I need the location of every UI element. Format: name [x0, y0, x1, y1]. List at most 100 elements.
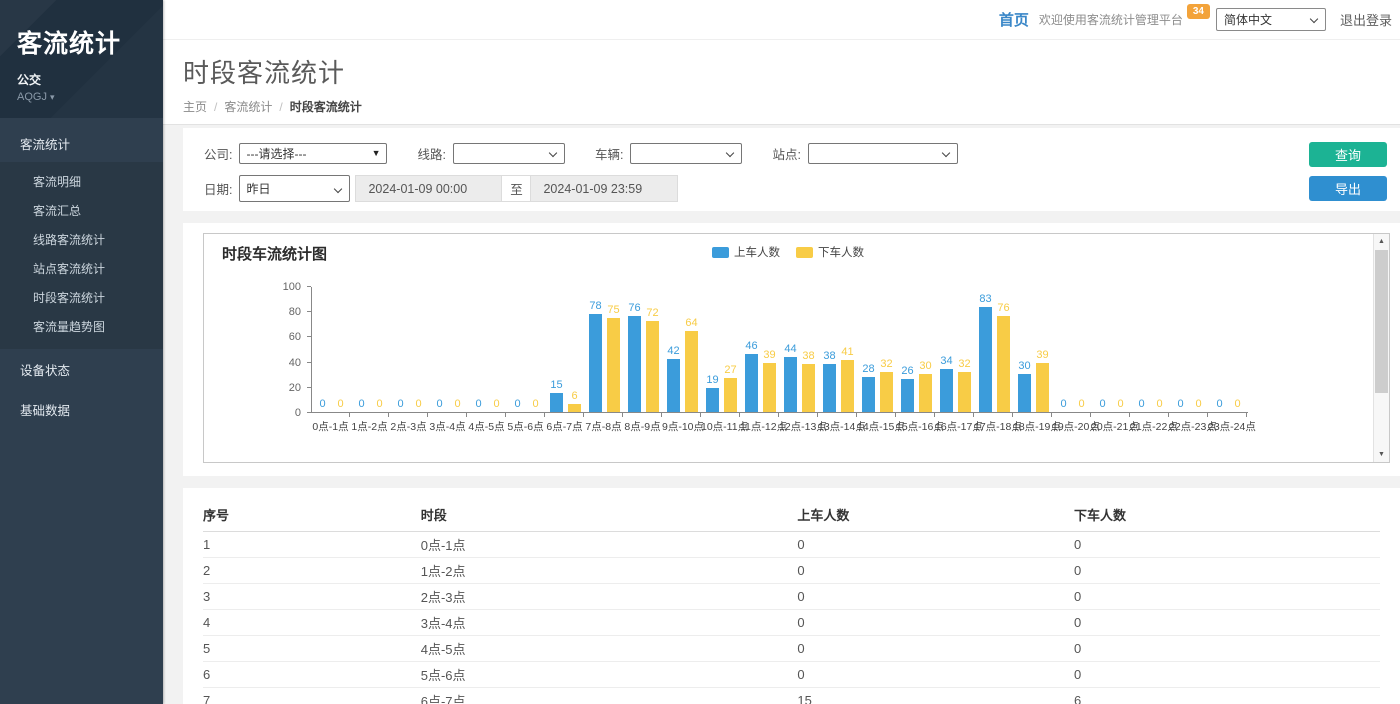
table-column-header: 下车人数 [1074, 498, 1380, 531]
legend-item-alighting[interactable]: 下车人数 [796, 244, 864, 260]
table-column-header: 序号 [203, 498, 421, 531]
bar-alighting: 27 [724, 378, 737, 412]
y-axis-tick-mark [307, 387, 311, 388]
bar-boarding: 28 [862, 377, 875, 412]
chart-bar-group: 00 [1053, 286, 1092, 412]
notification-badge[interactable]: 34 [1187, 4, 1210, 19]
sidebar-submenu: 客流明细客流汇总线路客流统计站点客流统计时段客流统计客流量趋势图 [0, 162, 163, 349]
logout-link[interactable]: 退出登录 [1340, 10, 1392, 29]
bar-alighting: 41 [841, 360, 854, 412]
language-select[interactable]: 简体中文 [1216, 8, 1326, 31]
bar-alighting: 32 [958, 372, 971, 412]
bar-value-label: 0 [397, 398, 403, 410]
bar-value-label: 34 [940, 355, 952, 367]
bar-alighting: 30 [919, 374, 932, 412]
table-cell: 0 [797, 635, 1074, 661]
bar-value-label: 30 [919, 360, 931, 372]
table-cell: 6点-7点 [421, 687, 798, 704]
date-from-input[interactable]: 2024-01-09 00:00 [355, 175, 502, 202]
sidebar-menu: 客流统计 客流明细客流汇总线路客流统计站点客流统计时段客流统计客流量趋势图 设备… [0, 125, 163, 429]
bar-value-label: 39 [763, 349, 775, 361]
query-button[interactable]: 查询 [1309, 142, 1387, 167]
export-button[interactable]: 导出 [1309, 176, 1387, 201]
home-link[interactable]: 首页 [999, 9, 1029, 30]
bar-alighting: 75 [607, 318, 620, 413]
bar-alighting: 72 [646, 321, 659, 412]
chevron-down-icon [549, 149, 557, 157]
vehicle-select[interactable] [630, 143, 742, 164]
table-cell: 0 [797, 557, 1074, 583]
bar-boarding: 30 [1018, 374, 1031, 412]
line-select[interactable] [453, 143, 565, 164]
table-cell: 1点-2点 [421, 557, 798, 583]
sidebar-item[interactable]: 时段客流统计 [0, 283, 163, 312]
x-axis-label: 20点-21点 [1091, 413, 1130, 434]
date-to-input[interactable]: 2024-01-09 23:59 [530, 175, 678, 202]
company-select[interactable]: ---请选择--- [239, 143, 387, 164]
breadcrumb-item[interactable]: 主页 [183, 98, 207, 115]
legend-item-boarding[interactable]: 上车人数 [712, 244, 780, 260]
x-axis-label: 4点-5点 [467, 413, 506, 434]
y-axis-tick-label: 60 [289, 331, 301, 343]
table-body: 10点-1点0021点-2点0032点-3点0043点-4点0054点-5点00… [203, 531, 1380, 704]
bar-boarding: 19 [706, 388, 719, 412]
sidebar-item[interactable]: 基础数据 [0, 390, 163, 429]
chart-bar-group: 34 32 [936, 286, 975, 412]
chart-plot: 0000000000001567875767242641927463944383… [311, 287, 1248, 413]
bar-alighting: 32 [880, 372, 893, 412]
x-axis-label: 11点-12点 [740, 413, 779, 434]
y-axis-tick-label: 0 [295, 407, 301, 419]
sidebar-item[interactable]: 客流量趋势图 [0, 312, 163, 341]
sidebar-item[interactable]: 客流明细 [0, 167, 163, 196]
scrollbar-down-arrow[interactable]: ▼ [1374, 447, 1389, 462]
y-axis-tick-mark [307, 311, 311, 312]
table-row: 21点-2点00 [203, 557, 1380, 583]
filter-row-2: 日期: 昨日 2024-01-09 00:00 至 2024-01-09 23:… [204, 175, 1400, 202]
scrollbar-up-arrow[interactable]: ▲ [1374, 234, 1389, 249]
org-dropdown[interactable]: AQGJ▾ [17, 91, 163, 103]
caret-down-icon: ▾ [50, 92, 55, 102]
content-area: 公司: ---请选择--- 线路: 车辆: 站点: [163, 125, 1400, 704]
table-cell: 2点-3点 [421, 583, 798, 609]
bar-value-label: 39 [1036, 349, 1048, 361]
legend-label-alighting: 下车人数 [818, 244, 864, 260]
chevron-down-icon [726, 149, 734, 157]
bar-alighting: 76 [997, 316, 1010, 412]
breadcrumb-separator: / [279, 100, 282, 114]
chart-bar-group: 2832 [858, 286, 897, 412]
filter-row-1: 公司: ---请选择--- 线路: 车辆: 站点: [204, 143, 1400, 164]
sidebar-group-passenger-stats[interactable]: 客流统计 [0, 125, 163, 162]
welcome-text: 欢迎使用客流统计管理平台 [1039, 11, 1183, 28]
org-label: AQGJ [17, 91, 47, 103]
bar-alighting: 39 [763, 363, 776, 412]
date-preset-select[interactable]: 昨日 [239, 175, 350, 202]
table-cell: 6 [1074, 687, 1380, 704]
bar-value-label: 0 [337, 398, 343, 410]
bar-value-label: 0 [1156, 398, 1162, 410]
sidebar-item[interactable]: 设备状态 [0, 350, 163, 389]
bar-value-label: 0 [436, 398, 442, 410]
bar-value-label: 0 [1060, 398, 1066, 410]
page-heading: 时段客流统计 主页/客流统计/时段客流统计 [163, 40, 1400, 125]
sidebar-item[interactable]: 线路客流统计 [0, 225, 163, 254]
chart-legend: 上车人数 下车人数 [204, 244, 1372, 260]
breadcrumb-item[interactable]: 客流统计 [224, 98, 272, 115]
chevron-down-icon [1310, 15, 1318, 23]
chart-bar-group: 00 [312, 286, 351, 412]
bar-value-label: 0 [415, 398, 421, 410]
table-header-row: 序号时段上车人数下车人数 [203, 498, 1380, 531]
x-axis-label: 8点-9点 [623, 413, 662, 434]
scrollbar-thumb[interactable] [1375, 250, 1388, 393]
table-row: 76点-7点156 [203, 687, 1380, 704]
sidebar-item[interactable]: 站点客流统计 [0, 254, 163, 283]
x-axis-label: 17点-18点 [974, 413, 1013, 434]
table-cell: 0 [1074, 609, 1380, 635]
bar-value-label: 78 [589, 300, 601, 312]
bar-value-label: 0 [454, 398, 460, 410]
station-select[interactable] [808, 143, 958, 164]
sidebar-item[interactable]: 客流汇总 [0, 196, 163, 225]
x-axis-label: 5点-6点 [506, 413, 545, 434]
company-select-value: ---请选择--- [246, 145, 306, 162]
table-cell: 4 [203, 609, 421, 635]
chart-bar-group: 00 [429, 286, 468, 412]
